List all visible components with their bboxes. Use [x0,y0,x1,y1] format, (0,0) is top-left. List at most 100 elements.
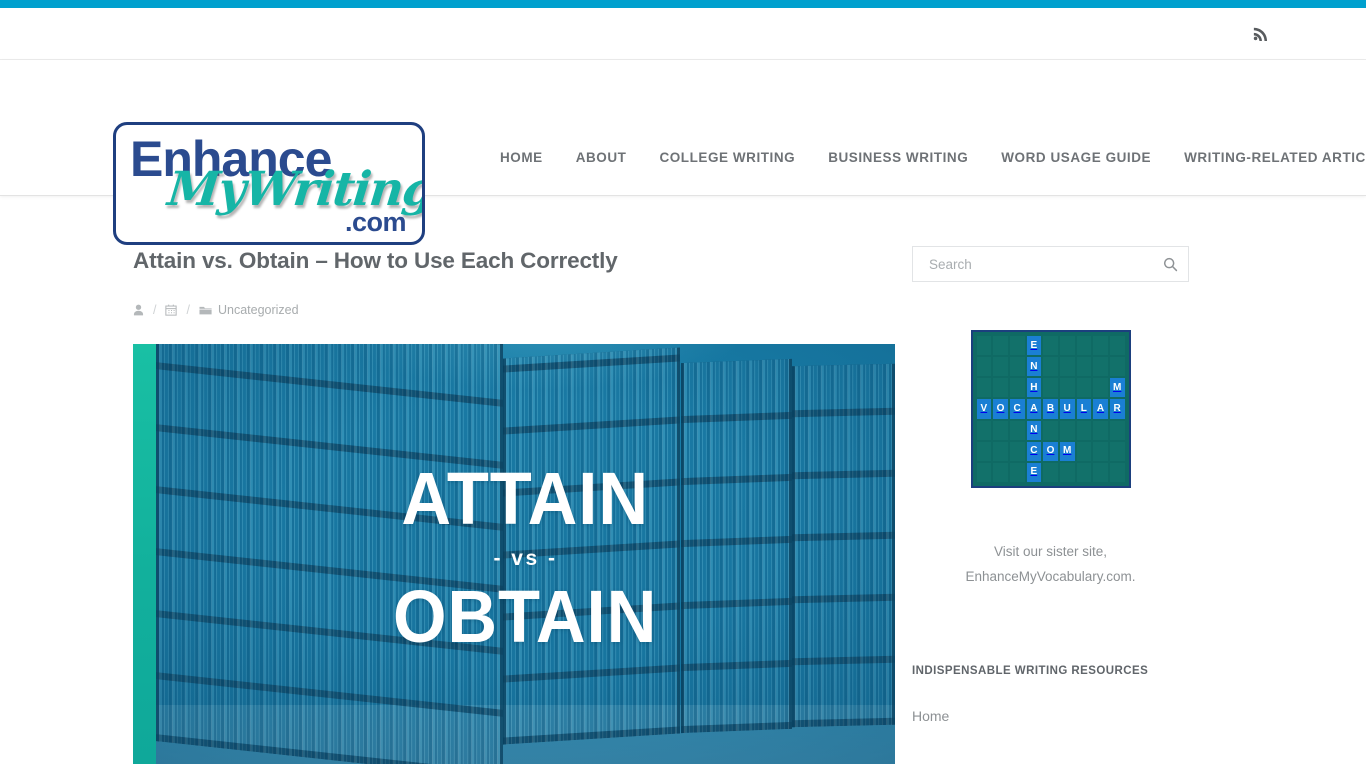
nav-item-about[interactable]: ABOUT [576,146,627,169]
resources-list: Home [912,708,1189,726]
crossword-cell-empty [1093,336,1108,356]
crossword-cell-letter: E [1026,336,1042,356]
crossword-cell-letter: A [1026,399,1042,419]
featured-word-versus: - vs - [493,547,558,571]
crossword-cell-empty [1076,357,1092,377]
crossword-cell-letter: L [1076,399,1092,419]
crossword-cell-empty [1009,336,1025,356]
crossword-cell-empty [1109,420,1125,440]
sister-site-note: Visit our sister site, EnhanceMyVocabula… [912,540,1189,589]
crossword-cell-empty [1043,378,1058,398]
crossword-cell-empty [1059,336,1075,356]
crossword-cell-empty [1093,441,1108,461]
crossword-cell-empty [1076,462,1092,482]
logo-box: Enhance MyWriting .com [113,122,425,245]
folder-icon [199,305,212,316]
crossword-cell-letter: O [1043,441,1058,461]
featured-image[interactable]: ATTAIN - vs - OBTAIN [133,344,895,765]
nav-item-word-usage-guide[interactable]: WORD USAGE GUIDE [1001,146,1151,169]
crossword-cell-letter: U [1059,399,1075,419]
top-accent-bar [0,0,1366,8]
meta-separator-2: / [186,303,190,318]
site-logo[interactable]: Enhance MyWriting .com [113,122,425,245]
crossword-cell-empty [1059,357,1075,377]
crossword-cell-empty [1059,420,1075,440]
rss-icon[interactable] [1248,22,1272,46]
content-wrap: Attain vs. Obtain – How to Use Each Corr… [0,196,1366,765]
logo-text-dotcom: .com [344,207,407,237]
meta-separator-1: / [153,303,157,318]
crossword-cell-empty [1093,462,1108,482]
search-icon [1163,257,1178,272]
crossword-cell-empty [976,441,992,461]
crossword-cell-empty [1076,378,1092,398]
crossword-cell-letter: N [1026,420,1042,440]
nav-item-college-writing[interactable]: COLLEGE WRITING [659,146,795,169]
crossword-cell-empty [993,462,1008,482]
featured-word-bottom: OBTAIN [393,575,658,659]
search-widget [912,246,1189,282]
nav-item-writing-related-articles[interactable]: WRITING-RELATED ARTICLES [1184,146,1366,169]
nav-item-business-writing[interactable]: BUSINESS WRITING [828,146,968,169]
crossword-cell-empty [1043,420,1058,440]
sister-site-line1: Visit our sister site, [993,544,1108,559]
crossword-cell-empty [1009,420,1025,440]
crossword-cell-empty [976,357,992,377]
crossword-cell-letter: O [993,399,1008,419]
crossword-cell-empty [1109,462,1125,482]
crossword-cell-empty [993,336,1008,356]
crossword-cell-empty [993,357,1008,377]
featured-image-caption: ATTAIN - vs - OBTAIN [133,344,895,764]
crossword-cell-empty [1059,378,1075,398]
nav-item-home[interactable]: HOME [500,146,543,169]
crossword-cell-empty [976,420,992,440]
crossword-cell-letter: V [976,399,992,419]
page-title: Attain vs. Obtain – How to Use Each Corr… [133,248,618,273]
search-input[interactable] [912,246,1189,282]
crossword-cell-empty [1009,462,1025,482]
search-button[interactable] [1151,246,1189,282]
crossword-cell-empty [1059,462,1075,482]
crossword-cell-letter: E [1026,462,1042,482]
post-meta: / / Uncategorized [133,303,866,317]
resources-heading: INDISPENSABLE WRITING RESOURCES [912,665,1149,678]
crossword-cell-empty [1109,336,1125,356]
crossword-cell-empty [1076,336,1092,356]
user-icon [133,304,144,316]
crossword-cell-empty [1043,462,1058,482]
crossword-cell-letter: N [1026,357,1042,377]
crossword-cell-empty [1076,420,1092,440]
crossword-cell-empty [1093,378,1108,398]
crossword-cell-empty [993,420,1008,440]
crossword-cell-empty [1009,357,1025,377]
page-body: Attain vs. Obtain – How to Use Each Corr… [0,196,1366,765]
vocabulary-widget: ENHMVOCABULARNCOME Visit our sister site… [912,330,1189,589]
crossword-cell-letter: B [1043,399,1058,419]
crossword-cell-empty [1093,357,1108,377]
crossword-cell-letter: A [1093,399,1108,419]
sidebar: ENHMVOCABULARNCOME Visit our sister site… [912,246,1250,764]
crossword-cell-empty [1109,357,1125,377]
crossword-cell-letter: C [1026,441,1042,461]
post-category-link[interactable]: Uncategorized [218,303,299,317]
crossword-logo[interactable]: ENHMVOCABULARNCOME [970,330,1131,488]
crossword-cell-empty [976,336,992,356]
main-navigation: HOME ABOUT COLLEGE WRITING BUSINESS WRIT… [500,146,1366,169]
crossword-cell-letter: M [1109,378,1125,398]
crossword-cell-empty [1043,336,1058,356]
crossword-cell-letter: R [1109,399,1125,419]
featured-word-top: ATTAIN [401,456,650,540]
resource-link-home[interactable]: Home [912,708,949,724]
crossword-cell-letter: M [1059,441,1075,461]
crossword-cell-letter: H [1026,378,1042,398]
crossword-cell-empty [1109,441,1125,461]
main-content: Attain vs. Obtain – How to Use Each Corr… [133,246,912,765]
crossword-cell-empty [976,462,992,482]
crossword-cell-letter: C [1009,399,1025,419]
list-item: Home [912,708,1189,726]
site-header: Enhance MyWriting .com HOME ABOUT COLLEG… [0,60,1366,245]
crossword-cell-empty [1093,420,1108,440]
crossword-cell-empty [1076,441,1092,461]
crossword-cell-empty [1009,378,1025,398]
crossword-cell-empty [1009,441,1025,461]
